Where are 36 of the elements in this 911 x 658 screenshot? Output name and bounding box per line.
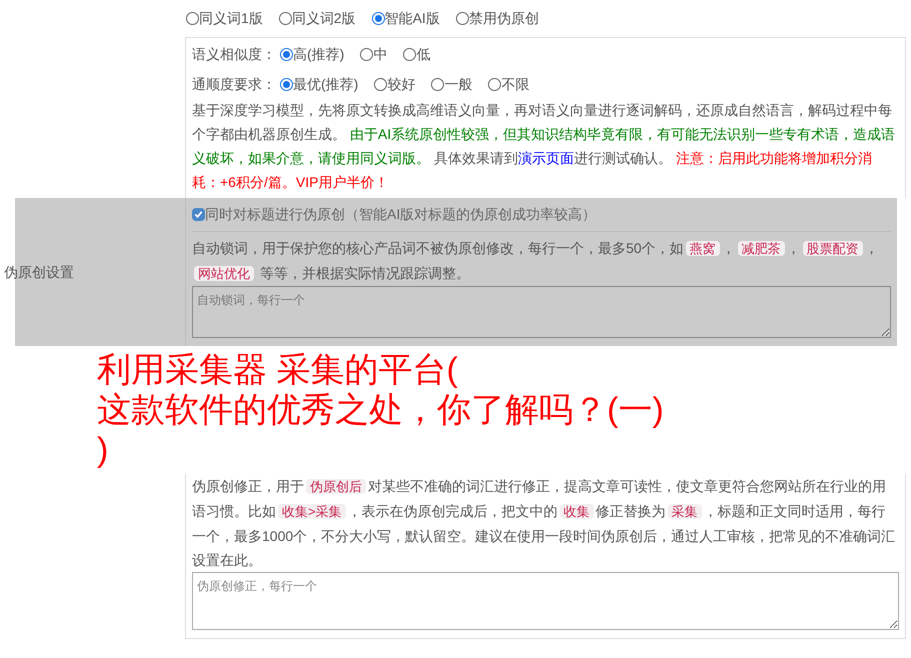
radio-button[interactable] [186,12,199,25]
overlay-title-line: 利用采集器 采集的平台( [97,350,458,390]
radio-label: 一般 [444,74,472,94]
radio-label: 高(推荐) [293,44,344,64]
overlay-title-line: ) [97,430,108,470]
radio-button[interactable] [280,48,293,60]
radio-label: 中 [373,44,388,64]
radio-button[interactable] [374,78,388,90]
description-text: 自动锁词，用于保护您的核心产品词不被伪原创修改，每行一个，最多50个，如 燕窝 ， 减肥茶 ， 股票配资 ， 网站优化 等等，并根据实际情况跟踪调整。 [192,239,880,283]
radio-label: 同义词2版 [292,9,356,28]
radio-button[interactable] [456,12,469,25]
radio-button[interactable] [372,12,385,25]
demo-link[interactable]: 演示页面 [518,150,574,166]
section-label: 伪原创设置 [4,262,74,282]
input-field[interactable]: 伪原创修正，每行一个 [192,572,899,630]
description-text: 基于深度学习模型，先将原文转换成高维语义向量，再对语义向量进行逐词解码，还原成自然语言，解码过程中每个字都由机器原创生成。 由于AI系统原创性较强，但其知识结构毕竟有限，有可能无法识别一些专有术语，造成语义破坏，如果介意，请使用同义词版。 具体效果请到演示页面进行测试确认。 注意：启用此功能将增加积分消耗：+6积分/篇。VIP用户半价！ [192,101,896,192]
radio-button[interactable] [360,48,374,60]
radio-button[interactable] [403,48,416,60]
radio-button[interactable] [280,78,293,90]
radio-label: 低 [416,44,430,64]
radio-label: 同义词1版 [199,9,263,28]
field-label: 语义相似度： [192,44,276,64]
checkbox-label: 同时对标题进行伪原创（智能AI版对标题的伪原创成功率较高） [205,205,596,224]
radio-button[interactable] [431,78,444,90]
radio-label: 智能AI版 [384,9,440,28]
checkbox[interactable] [192,208,205,221]
description-text: 伪原创修正，用于 伪原创后 对某些不准确的词汇进行修正，提高文章可读性，使文章更符合您网站所在行业的用语习惯。比如 收集>采集 ，表示在伪原创完成后，把文中的 收集 修正替换为 采集 ，标题和正文同时适用，每行一个，最多1000个，不分大小写，默认留空。建议在使用一段时间伪原创后，通过人工审核，把常见的不准确词汇设置在此。 [192,477,896,570]
radio-label: 禁用伪原创 [468,9,539,28]
field-label: 通顺度要求： [192,74,276,94]
radio-button[interactable] [488,78,502,90]
overlay-title-line: 这款软件的优秀之处，你了解吗？(一) [97,390,664,430]
radio-label: 较好 [387,74,416,94]
radio-button[interactable] [278,12,292,25]
radio-label: 最优(推荐) [293,74,358,94]
input-field[interactable]: 自动锁词，每行一个 [192,286,891,338]
radio-label: 不限 [501,74,530,94]
